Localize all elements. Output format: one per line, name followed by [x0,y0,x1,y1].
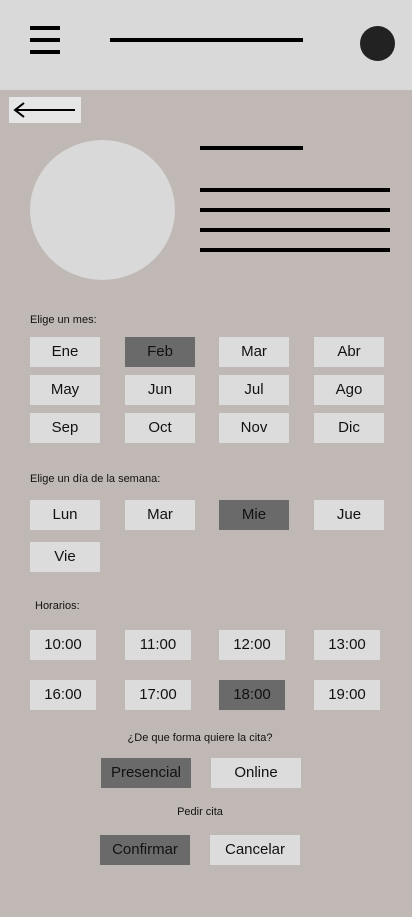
app-header [0,0,412,90]
month-chip[interactable]: Abr [314,337,384,367]
title-placeholder [110,38,303,42]
profile-text-line [200,188,390,192]
weekday-chip[interactable]: Lun [30,500,100,530]
profile-text-line [200,228,390,232]
time-slot-chip[interactable]: 17:00 [125,680,191,710]
presencial-button[interactable]: Presencial [101,758,191,788]
schedule-section-label: Horarios: [35,600,80,612]
confirm-button[interactable]: Confirmar [100,835,190,865]
time-slot-chip[interactable]: 10:00 [30,630,96,660]
hamburger-menu-icon[interactable] [30,26,60,54]
month-chip[interactable]: Mar [219,337,289,367]
time-slot-chip[interactable]: 18:00 [219,680,285,710]
profile-text-line [200,208,390,212]
weekday-section-label: Elige un día de la semana: [30,473,161,485]
month-chip[interactable]: Jun [125,375,195,405]
time-slot-chip[interactable]: 16:00 [30,680,96,710]
month-chip[interactable]: Jul [219,375,289,405]
cancel-button[interactable]: Cancelar [210,835,300,865]
month-chip[interactable]: May [30,375,100,405]
month-section-label: Elige un mes: [30,314,97,326]
weekday-chip[interactable]: Vie [30,542,100,572]
weekday-chip[interactable]: Mie [219,500,289,530]
user-avatar-icon[interactable] [360,26,395,61]
month-chip[interactable]: Feb [125,337,195,367]
month-chip[interactable]: Nov [219,413,289,443]
weekday-chip[interactable]: Jue [314,500,384,530]
month-chip[interactable]: Ene [30,337,100,367]
profile-text-line [200,248,390,252]
profile-name-placeholder [200,146,303,150]
month-chip[interactable]: Sep [30,413,100,443]
request-label: Pedir cita [177,806,223,818]
time-slot-chip[interactable]: 13:00 [314,630,380,660]
weekday-chip[interactable]: Mar [125,500,195,530]
back-arrow-icon [13,102,75,118]
mode-question: ¿De que forma quiere la cita? [127,732,273,744]
time-slot-chip[interactable]: 11:00 [125,630,191,660]
profile-photo-placeholder [30,140,175,280]
online-button[interactable]: Online [211,758,301,788]
month-chip[interactable]: Ago [314,375,384,405]
back-button[interactable] [9,97,81,123]
time-slot-chip[interactable]: 19:00 [314,680,380,710]
month-chip[interactable]: Oct [125,413,195,443]
month-chip[interactable]: Dic [314,413,384,443]
time-slot-chip[interactable]: 12:00 [219,630,285,660]
